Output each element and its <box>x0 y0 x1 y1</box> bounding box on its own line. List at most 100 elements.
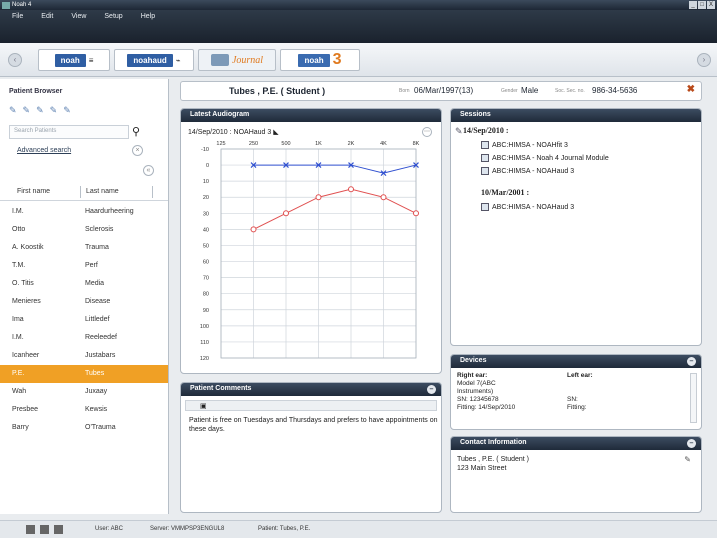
born-value: 06/Mar/1997(13) <box>414 86 474 95</box>
x-tick-label: 4K <box>380 141 387 147</box>
menu-setup[interactable]: Setup <box>104 13 122 20</box>
menu-help[interactable]: Help <box>141 13 155 20</box>
patient-browser: Patient Browser ✎ ✎ ✎ ✎ ✎ Search Patient… <box>0 79 169 514</box>
data-point <box>348 186 354 193</box>
advanced-search-link[interactable]: Advanced search <box>17 147 71 154</box>
noahfit-module-icon <box>481 141 489 149</box>
save-icon[interactable]: ▣ <box>200 402 207 410</box>
patient-last-name: Sclerosis <box>85 226 114 233</box>
merge-patient-icon[interactable]: ✎ <box>36 105 44 116</box>
comments-text[interactable]: Patient is free on Tuesdays and Thursday… <box>189 416 441 434</box>
patient-last-name: Perf <box>85 262 98 269</box>
patient-last-name: Juxaay <box>85 388 108 395</box>
patient-first-name: P.E. <box>12 370 25 377</box>
session-item[interactable]: ABC:HIMSA - NOAHaud 3 <box>481 203 574 211</box>
collapse-icon[interactable]: « <box>143 165 154 176</box>
patient-row[interactable]: Ima Littledef <box>0 311 168 329</box>
clear-search-icon[interactable]: × <box>132 145 143 156</box>
patient-first-name: Ima <box>12 316 24 323</box>
maximize-button[interactable]: □ <box>698 1 706 9</box>
noahaud-logo: noahaud <box>127 53 173 67</box>
session-date-2[interactable]: 10/Mar/2001 : <box>481 188 529 197</box>
patient-row[interactable]: I.M. Reeleedef <box>0 329 168 347</box>
patient-first-name: I.M. <box>12 208 24 215</box>
patient-row[interactable]: Barry O'Trauma <box>0 419 168 437</box>
patient-last-name: Tubes <box>85 370 105 377</box>
close-patient-icon[interactable]: ✖ <box>687 84 695 95</box>
patient-first-name: I.M. <box>12 334 24 341</box>
patient-last-name: Trauma <box>85 244 109 251</box>
edit-patient-icon[interactable]: ✎ <box>23 105 31 116</box>
patient-first-name: A. Koostik <box>12 244 44 251</box>
patient-header: Tubes , P.E. ( Student ) Born 06/Mar/199… <box>180 81 702 101</box>
ssn-label: Soc. Sec. no. <box>555 88 585 94</box>
sessions-panel: Sessions ✎ 14/Sep/2010 : ABC:HIMSA - NOA… <box>450 108 702 346</box>
x-tick-label: 8K <box>413 141 420 147</box>
minimize-button[interactable]: _ <box>689 1 697 9</box>
noah-logo: noah <box>54 53 86 67</box>
patient-row[interactable]: Presbee Kewsis <box>0 401 168 419</box>
noahaud-module-icon <box>481 203 489 211</box>
y-tick-label: 120 <box>200 356 209 362</box>
y-tick-label: 80 <box>203 292 209 298</box>
patient-last-name: Littledef <box>85 316 110 323</box>
module-journal-button[interactable]: Journal <box>198 49 276 71</box>
new-patient-icon[interactable]: ✎ <box>9 105 17 116</box>
audiogram-icon: ⌁ <box>175 55 181 65</box>
session-item[interactable]: ABC:HIMSA - Noah 4 Journal Module <box>481 154 609 162</box>
patient-row[interactable]: Otto Sclerosis <box>0 221 168 239</box>
delete-patient-icon[interactable]: ✎ <box>50 105 58 116</box>
y-tick-label: 20 <box>203 195 209 201</box>
search-icon[interactable]: ⚲ <box>132 125 140 138</box>
patient-first-name: T.M. <box>12 262 26 269</box>
comments-collapse-button[interactable]: – <box>427 385 436 394</box>
series-line <box>253 164 417 174</box>
devices-collapse-button[interactable]: – <box>687 357 696 366</box>
patient-browser-title: Patient Browser <box>9 88 63 95</box>
status-bar: User: ABC Server: VMMPSP3ENGUL8 Patient:… <box>0 520 717 538</box>
patient-row[interactable]: A. Koostik Trauma <box>0 239 168 257</box>
menu-edit[interactable]: Edit <box>41 13 53 20</box>
comments-panel: Patient Comments – ▣ Patient is free on … <box>180 382 442 513</box>
patient-row[interactable]: Menieres Disease <box>0 293 168 311</box>
y-tick-label: 110 <box>200 340 209 346</box>
edit-contact-icon[interactable]: ✎ <box>684 455 691 464</box>
y-tick-label: 90 <box>203 308 209 314</box>
patient-row[interactable]: T.M. Perf <box>0 257 168 275</box>
session-date-1[interactable]: 14/Sep/2010 : <box>463 126 509 135</box>
patient-row[interactable]: Icanheer Justabars <box>0 347 168 365</box>
y-tick-label: 50 <box>203 243 209 249</box>
patient-row[interactable]: I.M. Haardurheering <box>0 203 168 221</box>
close-window-button[interactable]: X <box>707 1 715 9</box>
layout-grid-icon[interactable] <box>54 525 63 534</box>
module-noahaud-button[interactable]: noahaud ⌁ <box>114 49 194 71</box>
session-item[interactable]: ABC:HIMSA - NOAHaud 3 <box>481 167 574 175</box>
patient-row[interactable]: O. Titis Media <box>0 275 168 293</box>
print-patient-icon[interactable]: ✎ <box>63 105 71 116</box>
devices-panel: Devices – Right ear: Model 7(ABC Instrum… <box>450 354 702 430</box>
patient-row[interactable]: Wah Juxaay <box>0 383 168 401</box>
module-noahfit-button[interactable]: noah 3 <box>280 49 360 71</box>
menu-file[interactable]: File <box>12 13 23 20</box>
layout-two-icon[interactable] <box>40 525 49 534</box>
back-button[interactable]: ‹ <box>8 53 22 67</box>
menu-bar: File Edit View Setup Help <box>0 10 717 43</box>
column-first-name[interactable]: First name <box>17 188 50 195</box>
menu-view[interactable]: View <box>71 13 86 20</box>
devices-scrollbar[interactable] <box>690 373 697 423</box>
patient-row[interactable]: P.E. Tubes <box>0 365 168 383</box>
session-item[interactable]: ABC:HIMSA - NOAHfit 3 <box>481 141 568 149</box>
forward-button[interactable]: › <box>697 53 711 67</box>
x-tick-label: 2K <box>348 141 355 147</box>
contact-collapse-button[interactable]: – <box>687 439 696 448</box>
patient-last-name: Justabars <box>85 352 116 359</box>
x-tick-label: 1K <box>315 141 322 147</box>
patient-last-name: Reeleedef <box>85 334 117 341</box>
search-input[interactable]: Search Patients <box>9 125 129 139</box>
y-tick-label: 100 <box>200 324 209 330</box>
status-patient: Patient: Tubes, P.E. <box>258 526 311 532</box>
module-noah-button[interactable]: noah ≡ <box>38 49 110 71</box>
layout-one-icon[interactable] <box>26 525 35 534</box>
journal-edit-icon[interactable]: ✎ <box>455 126 463 137</box>
column-last-name[interactable]: Last name <box>86 188 119 195</box>
